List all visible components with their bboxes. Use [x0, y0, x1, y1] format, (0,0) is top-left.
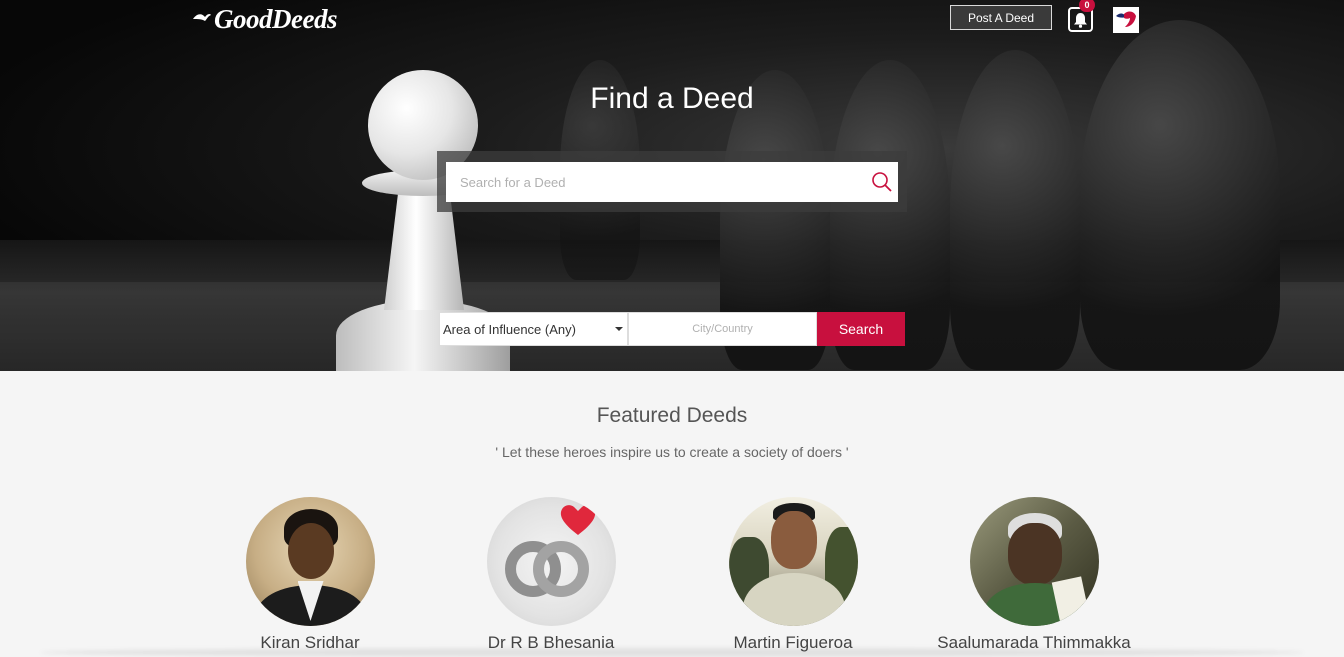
- page-title: Find a Deed: [590, 82, 754, 115]
- bird-icon: [193, 13, 211, 21]
- notification-badge: 0: [1079, 0, 1095, 12]
- dark-chess-piece: [1080, 20, 1280, 370]
- user-avatar[interactable]: [1113, 7, 1139, 33]
- featured-card[interactable]: Saalumarada Thimmakka: [934, 497, 1134, 653]
- area-of-influence-select[interactable]: Area of Influence (Any): [439, 312, 628, 346]
- profile-logo-icon: [1116, 11, 1136, 27]
- goodeeds-logo[interactable]: GoodDeeds: [192, 4, 337, 35]
- featured-card[interactable]: Martin Figueroa: [693, 497, 893, 653]
- search-submit[interactable]: [866, 162, 898, 202]
- caret-down-icon: [615, 327, 623, 331]
- deed-search-input[interactable]: [446, 162, 866, 202]
- person-photo: [969, 497, 1099, 626]
- heart-icon: [560, 505, 595, 535]
- search-icon: [872, 172, 892, 192]
- city-country-input[interactable]: [628, 312, 817, 346]
- person-photo: [486, 497, 616, 626]
- person-photo: [245, 497, 375, 626]
- section-divider: [40, 648, 1304, 657]
- featured-subtitle: ' Let these heroes inspire us to create …: [495, 444, 849, 460]
- bell-icon: [1074, 12, 1087, 28]
- featured-title: Featured Deeds: [596, 404, 748, 427]
- search-button[interactable]: Search: [817, 312, 905, 346]
- featured-card[interactable]: Dr R B Bhesania: [451, 497, 651, 653]
- featured-card[interactable]: Kiran Sridhar: [210, 497, 410, 653]
- post-deed-button[interactable]: Post A Deed: [950, 5, 1052, 30]
- area-select-value: Area of Influence (Any): [443, 321, 576, 337]
- person-photo: [728, 497, 858, 626]
- logo-text: GoodDeeds: [214, 4, 337, 34]
